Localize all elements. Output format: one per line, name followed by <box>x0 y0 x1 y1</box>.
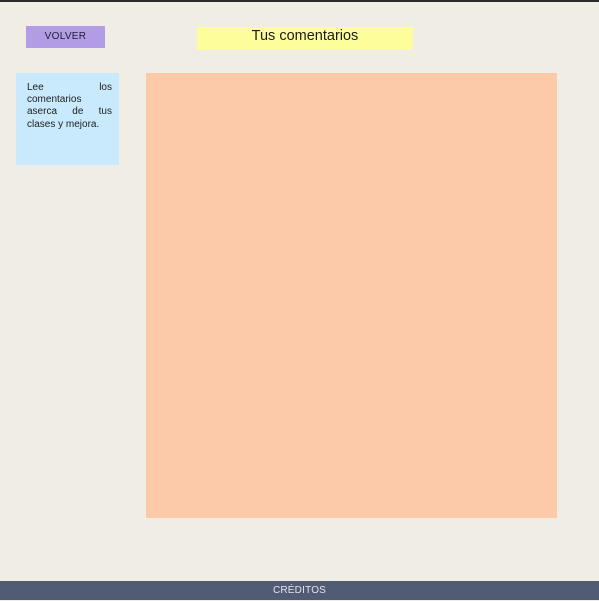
back-button[interactable]: VOLVER <box>26 26 105 48</box>
info-panel: Lee los comentarios aserca de tus clases… <box>16 73 119 165</box>
info-text: Lee los comentarios aserca de tus clases… <box>27 82 112 130</box>
footer: CRÉDITOS <box>0 581 599 600</box>
page-title-banner: Tus comentarios <box>197 27 413 50</box>
top-edge-strip <box>0 0 599 2</box>
credits-link[interactable]: CRÉDITOS <box>0 581 599 601</box>
page-title: Tus comentarios <box>251 28 359 44</box>
comments-area <box>146 73 557 518</box>
